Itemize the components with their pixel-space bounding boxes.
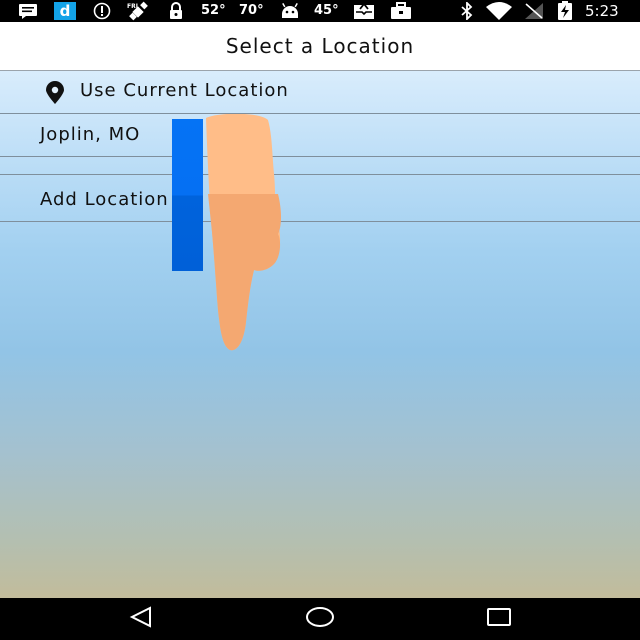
use-current-location-label: Use Current Location <box>80 80 289 101</box>
add-location-label: Add Location <box>40 189 169 210</box>
message-icon <box>18 0 38 22</box>
add-location-button[interactable]: Add Location <box>0 175 640 222</box>
clock: 5:23 <box>585 2 619 20</box>
status-bar: d FRI 52° 70° 45° 5:23 <box>0 0 640 22</box>
location-item-label: Joplin, MO <box>40 124 141 145</box>
home-icon <box>305 606 335 632</box>
bluetooth-icon <box>460 0 474 22</box>
location-item-joplin[interactable]: Joplin, MO <box>0 114 640 157</box>
back-icon <box>128 606 154 632</box>
list-divider <box>0 157 640 175</box>
page-title: Select a Location <box>225 34 415 58</box>
d-app-icon: d <box>54 0 76 22</box>
back-button[interactable] <box>111 598 171 640</box>
briefcase-icon <box>390 0 412 22</box>
use-current-location-button[interactable]: Use Current Location <box>0 71 640 114</box>
home-button[interactable] <box>290 598 350 640</box>
svg-text:d: d <box>60 2 71 20</box>
recents-icon <box>486 606 512 632</box>
lock-icon <box>168 0 184 22</box>
wifi-icon <box>485 0 513 22</box>
battery-charging-icon <box>557 0 573 22</box>
satellite-icon: FRI <box>127 0 153 22</box>
no-signal-icon <box>524 0 544 22</box>
title-bar: Select a Location <box>0 22 640 71</box>
location-pin-icon <box>44 81 66 109</box>
temperature-3: 45° <box>314 3 339 18</box>
location-screen: Select a Location Use Current Location J… <box>0 22 640 598</box>
temperature-1: 52° <box>201 3 226 18</box>
recents-button[interactable] <box>469 598 529 640</box>
inbox-icon <box>352 0 376 22</box>
android-icon <box>280 0 300 22</box>
info-icon <box>93 0 111 22</box>
temperature-2: 70° <box>239 3 264 18</box>
navigation-bar <box>0 598 640 640</box>
pointer-finger-icon <box>198 113 284 358</box>
